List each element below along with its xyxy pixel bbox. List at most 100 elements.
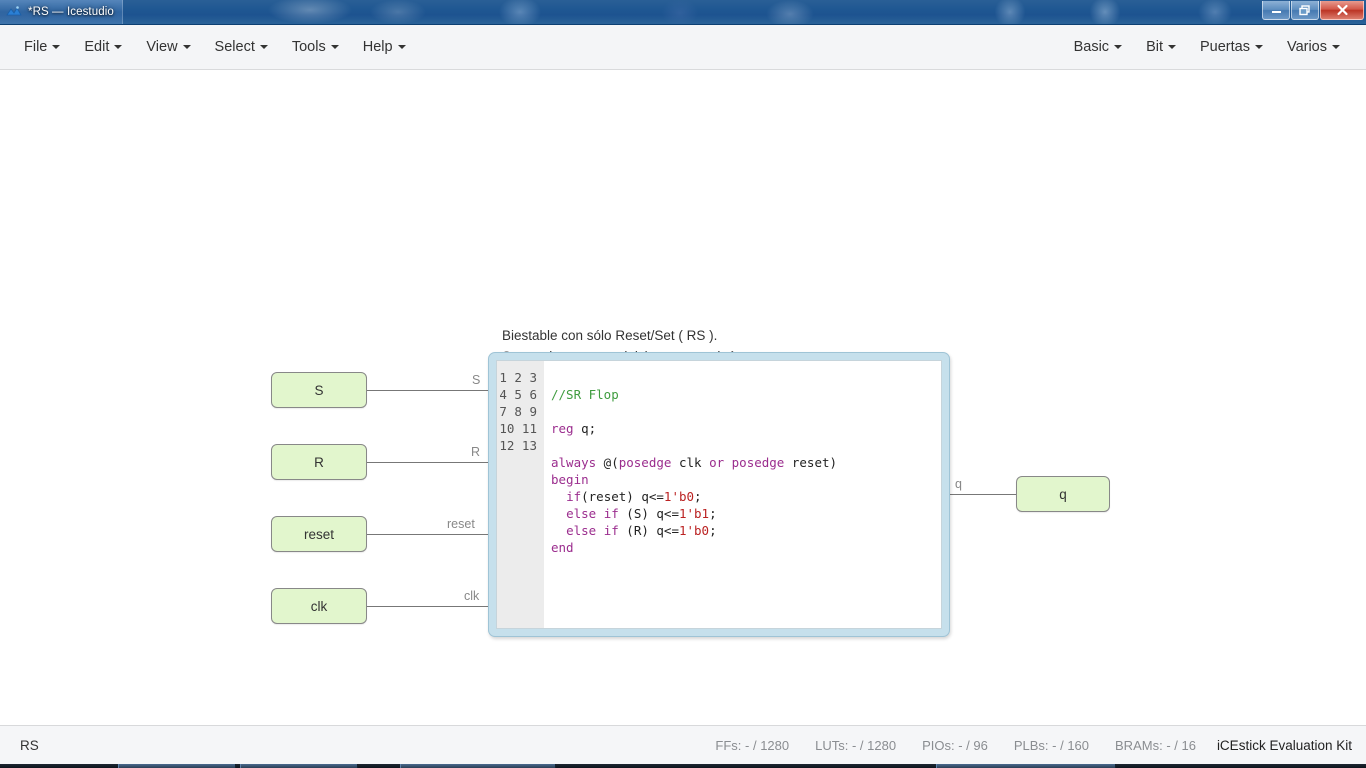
port-label-clk: clk bbox=[464, 589, 480, 603]
port-label-q: q bbox=[955, 477, 962, 491]
stat-brams: BRAMs: - / 16 bbox=[1102, 738, 1209, 753]
input-block-label: R bbox=[314, 454, 324, 470]
code-token: (S) q<= bbox=[618, 506, 679, 521]
code-token: else bbox=[566, 506, 597, 521]
schematic-canvas[interactable]: Biestable con sólo Reset/Set ( RS ). Se … bbox=[0, 70, 1366, 725]
stat-value: - / 160 bbox=[1052, 737, 1090, 753]
taskbar-item[interactable] bbox=[400, 764, 556, 768]
output-block-label: q bbox=[1059, 486, 1067, 502]
menu-item-select[interactable]: Select bbox=[203, 33, 280, 61]
stat-label: PLBs: bbox=[1013, 737, 1049, 753]
menu-item-file[interactable]: File bbox=[12, 33, 72, 61]
close-button[interactable] bbox=[1320, 1, 1364, 20]
output-block-q[interactable]: q bbox=[1016, 476, 1110, 512]
stat-value: - / 16 bbox=[1166, 737, 1196, 753]
code-line: reg q; bbox=[551, 420, 941, 437]
minimize-button[interactable] bbox=[1262, 1, 1290, 20]
icestudio-window: *RS — Icestudio File Edit View Select To… bbox=[0, 0, 1366, 768]
stat-label: PIOs: bbox=[922, 737, 955, 753]
code-text-area[interactable]: //SR Flop reg q; always @(posedge clk or… bbox=[544, 361, 941, 628]
description-line-1: Biestable con sólo Reset/Set ( RS ). bbox=[502, 328, 718, 343]
restore-button[interactable] bbox=[1291, 1, 1319, 20]
code-line: begin bbox=[551, 471, 941, 488]
code-line: else if (R) q<=1'b0; bbox=[551, 522, 941, 539]
chevron-down-icon bbox=[259, 45, 268, 49]
code-line: end bbox=[551, 539, 941, 556]
input-block-r[interactable]: R bbox=[271, 444, 367, 480]
menu-item-basic[interactable]: Basic bbox=[1062, 33, 1134, 61]
menu-bar-right: Basic Bit Puertas Varios bbox=[1062, 33, 1366, 61]
stat-pios: PIOs: - / 96 bbox=[909, 738, 1001, 753]
menu-bar: File Edit View Select Tools Help Basic B… bbox=[0, 25, 1366, 70]
taskbar-item[interactable] bbox=[936, 764, 1116, 768]
menu-item-label: Basic bbox=[1073, 39, 1110, 55]
code-token: clk bbox=[671, 455, 710, 470]
taskbar-item[interactable] bbox=[240, 764, 358, 768]
project-name: RS bbox=[20, 737, 39, 753]
line-number-gutter: 1 2 3 4 5 6 7 8 9 10 11 12 13 bbox=[497, 361, 544, 628]
code-line: always @(posedge clk or posedge reset) bbox=[551, 454, 941, 471]
menu-item-bit[interactable]: Bit bbox=[1134, 33, 1188, 61]
menu-item-varios[interactable]: Varios bbox=[1275, 33, 1352, 61]
stat-luts: LUTs: - / 1280 bbox=[802, 738, 909, 753]
wire-s[interactable] bbox=[367, 390, 490, 391]
input-block-clk[interactable]: clk bbox=[271, 588, 367, 624]
taskbar-item[interactable] bbox=[118, 764, 236, 768]
menu-item-view[interactable]: View bbox=[134, 33, 202, 61]
chevron-down-icon bbox=[330, 45, 339, 49]
chevron-down-icon bbox=[1114, 45, 1123, 49]
port-label-reset: reset bbox=[447, 517, 475, 531]
wire-reset[interactable] bbox=[367, 534, 490, 535]
menu-item-tools[interactable]: Tools bbox=[280, 33, 351, 61]
code-token: 1'b0 bbox=[678, 523, 710, 538]
menu-item-edit[interactable]: Edit bbox=[72, 33, 134, 61]
menu-item-label: File bbox=[24, 39, 48, 55]
stat-label: LUTs: bbox=[815, 737, 849, 753]
wire-r[interactable] bbox=[367, 462, 490, 463]
menu-item-label: Tools bbox=[291, 39, 326, 55]
chevron-down-icon bbox=[114, 45, 123, 49]
menu-item-help[interactable]: Help bbox=[351, 33, 418, 61]
input-block-label: clk bbox=[310, 598, 328, 614]
code-token: if bbox=[603, 506, 619, 521]
icestudio-icon bbox=[6, 4, 22, 20]
code-token: posedge bbox=[618, 455, 672, 470]
title-bar: *RS — Icestudio bbox=[0, 0, 1366, 25]
code-token: 1'b0 bbox=[663, 489, 695, 504]
code-line: if(reset) q<=1'b0; bbox=[551, 488, 941, 505]
code-token: (reset) q<= bbox=[581, 489, 664, 504]
code-token: q; bbox=[573, 421, 597, 436]
code-token: //SR Flop bbox=[551, 387, 619, 402]
stat-value: - / 96 bbox=[958, 737, 988, 753]
code-token: else bbox=[566, 523, 597, 538]
chevron-down-icon bbox=[397, 45, 406, 49]
code-token: 1'b1 bbox=[678, 506, 710, 521]
status-bar: RS FFs: - / 1280 LUTs: - / 1280 PIOs: - … bbox=[0, 725, 1366, 764]
menu-item-puertas[interactable]: Puertas bbox=[1188, 33, 1275, 61]
menu-item-label: Edit bbox=[84, 39, 110, 55]
status-bar-stats: FFs: - / 1280 LUTs: - / 1280 PIOs: - / 9… bbox=[702, 738, 1352, 753]
code-token: or bbox=[709, 455, 725, 470]
verilog-code-block[interactable]: 1 2 3 4 5 6 7 8 9 10 11 12 13 //SR Flop … bbox=[488, 352, 950, 637]
menu-bar-left: File Edit View Select Tools Help bbox=[0, 33, 418, 61]
code-line: else if (S) q<=1'b1; bbox=[551, 505, 941, 522]
stat-label: FFs: bbox=[715, 737, 742, 753]
chevron-down-icon bbox=[52, 45, 61, 49]
code-token: reset) bbox=[784, 455, 838, 470]
stat-value: - / 1280 bbox=[745, 737, 790, 753]
wire-clk[interactable] bbox=[367, 606, 490, 607]
wire-q[interactable] bbox=[950, 494, 1016, 495]
input-block-reset[interactable]: reset bbox=[271, 516, 367, 552]
input-block-s[interactable]: S bbox=[271, 372, 367, 408]
code-token: ; bbox=[694, 489, 702, 504]
chevron-down-icon bbox=[1167, 45, 1176, 49]
code-editor[interactable]: 1 2 3 4 5 6 7 8 9 10 11 12 13 //SR Flop … bbox=[496, 360, 942, 629]
port-label-s: S bbox=[472, 373, 481, 387]
